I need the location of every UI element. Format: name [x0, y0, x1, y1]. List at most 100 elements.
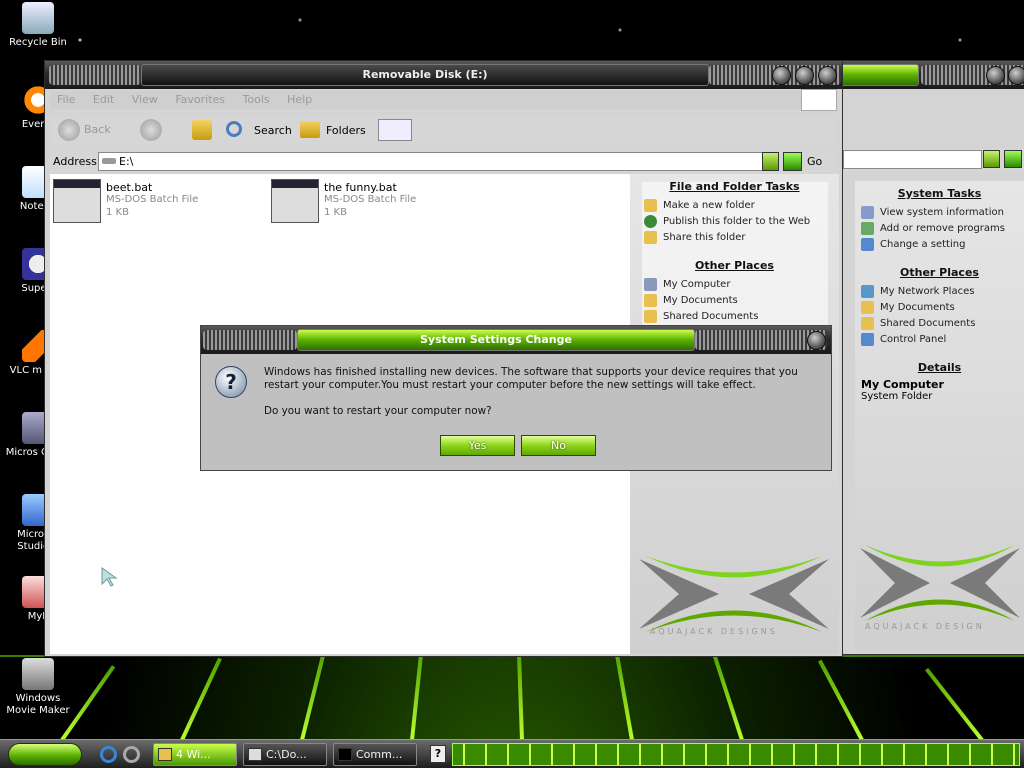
question-icon: ?: [215, 366, 247, 398]
control-panel-icon: [861, 332, 874, 346]
minimize-icon[interactable]: [772, 66, 791, 85]
desktop-icon-movie-maker[interactable]: Windows Movie Maker: [1, 658, 75, 717]
task-change-setting[interactable]: Change a setting: [855, 236, 1024, 252]
forward-button[interactable]: [140, 119, 162, 141]
computer-icon: [644, 277, 657, 291]
folder-icon: [861, 300, 874, 314]
menu-bar: File Edit View Favorites Tools Help: [50, 89, 837, 111]
address-dropdown-icon[interactable]: [762, 152, 779, 171]
details-type: System Folder: [861, 391, 933, 402]
task-publish-web[interactable]: Publish this folder to the Web: [630, 213, 839, 229]
control-panel-icon: [861, 237, 874, 251]
new-folder-icon: [644, 198, 657, 212]
xbox-logo-watermark: [639, 556, 829, 632]
menu-favorites[interactable]: Favorites: [168, 91, 232, 108]
task-add-remove-programs[interactable]: Add or remove programs: [855, 220, 1024, 236]
my-computer-window[interactable]: System Tasks View system information Add…: [841, 60, 1024, 655]
explorer-titlebar[interactable]: Removable Disk (E:): [45, 61, 842, 89]
back-button[interactable]: Back: [58, 119, 122, 141]
system-settings-dialog[interactable]: System Settings Change ? Windows has fin…: [200, 325, 832, 471]
address-label: Address: [53, 155, 97, 168]
address-bar: Address E:\ Go: [50, 151, 837, 173]
place-my-documents[interactable]: My Documents: [855, 299, 1024, 315]
globe-icon: [644, 214, 657, 228]
my-computer-titlebar[interactable]: [841, 61, 1024, 89]
branding-text: AQUAJACK DESIGNS: [650, 627, 778, 636]
dialog-titlebar[interactable]: System Settings Change: [201, 326, 831, 354]
folder-icon: [861, 316, 874, 330]
menu-view[interactable]: View: [125, 91, 165, 108]
menu-help[interactable]: Help: [280, 91, 319, 108]
dialog-message: Windows has finished installing new devi…: [264, 366, 798, 391]
command-prompt-icon: [338, 748, 352, 761]
place-network[interactable]: My Network Places: [855, 283, 1024, 299]
task-make-folder[interactable]: Make a new folder: [630, 197, 839, 213]
documents-icon: [644, 293, 657, 307]
maximize-icon[interactable]: [1008, 66, 1024, 85]
taskbar-item-windows[interactable]: 4 Wi...: [153, 743, 237, 766]
windows-logo-icon: [801, 89, 837, 111]
menu-edit[interactable]: Edit: [86, 91, 121, 108]
drive-icon: [102, 158, 116, 164]
recycle-bin-icon: [22, 2, 54, 34]
folder-icon: [158, 748, 172, 761]
dialog-title: System Settings Change: [297, 329, 695, 351]
taskbar-item-command[interactable]: Comm...: [333, 743, 417, 766]
yes-button[interactable]: Yes: [440, 435, 515, 456]
menu-tools[interactable]: Tools: [236, 91, 277, 108]
file-item[interactable]: the funny.bat MS-DOS Batch File 1 KB: [271, 179, 471, 225]
task-share-folder[interactable]: Share this folder: [630, 229, 839, 245]
7zip-icon: [248, 748, 262, 761]
toolbar: Back Search Folders: [50, 115, 837, 145]
place-control-panel[interactable]: Control Panel: [855, 331, 1024, 347]
details-title: Details: [917, 361, 962, 374]
address-input[interactable]: E:\: [98, 152, 779, 171]
desktop-floor: [0, 655, 1024, 740]
branding-text: AQUAJACK DESIGN: [865, 622, 985, 631]
place-shared-documents[interactable]: Shared Documents: [630, 308, 839, 324]
other-places-title: Other Places: [900, 266, 979, 279]
batch-file-icon: [271, 179, 319, 223]
share-folder-icon: [644, 230, 657, 244]
task-view-system-info[interactable]: View system information: [855, 204, 1024, 220]
menu-file[interactable]: File: [50, 91, 82, 108]
up-folder-icon[interactable]: [192, 120, 212, 140]
place-my-computer[interactable]: My Computer: [630, 276, 839, 292]
ie-icon[interactable]: [100, 746, 117, 763]
maximize-icon[interactable]: [795, 66, 814, 85]
taskbar-item-7zip[interactable]: C:\Do...: [243, 743, 327, 766]
ie-alt-icon[interactable]: [123, 746, 140, 763]
go-arrow-icon[interactable]: [1004, 150, 1022, 168]
info-icon: [861, 205, 874, 219]
minimize-icon[interactable]: [986, 66, 1005, 85]
taskbar: 4 Wi... C:\Do... Comm... ?: [0, 739, 1024, 768]
place-shared-documents[interactable]: Shared Documents: [855, 315, 1024, 331]
network-icon: [861, 284, 874, 298]
folders-icon: [300, 121, 320, 138]
address-dropdown-icon[interactable]: [983, 150, 1000, 168]
close-icon[interactable]: [807, 331, 826, 350]
go-button[interactable]: Go: [783, 152, 835, 171]
folders-button[interactable]: Folders: [298, 119, 368, 141]
file-item[interactable]: beet.bat MS-DOS Batch File 1 KB: [53, 179, 253, 225]
help-icon[interactable]: ?: [430, 745, 446, 763]
other-places-title: Other Places: [695, 259, 774, 272]
back-arrow-icon: [58, 119, 80, 141]
programs-icon: [861, 221, 874, 235]
start-button[interactable]: [8, 743, 82, 766]
movie-maker-icon: [22, 658, 54, 690]
close-icon[interactable]: [818, 66, 837, 85]
place-my-documents[interactable]: My Documents: [630, 292, 839, 308]
window-title: Removable Disk (E:): [141, 64, 709, 86]
folder-icon: [644, 309, 657, 323]
system-tray: [452, 743, 1020, 766]
desktop-icon-recycle-bin[interactable]: Recycle Bin: [1, 2, 75, 49]
batch-file-icon: [53, 179, 101, 223]
dialog-question: Do you want to restart your computer now…: [264, 405, 492, 417]
search-button[interactable]: Search: [224, 119, 294, 141]
views-icon[interactable]: [378, 119, 412, 141]
system-tasks-title: System Tasks: [897, 187, 982, 200]
file-folder-tasks-title: File and Folder Tasks: [669, 180, 800, 193]
no-button[interactable]: No: [521, 435, 596, 456]
xbox-logo-watermark: [860, 545, 1020, 621]
